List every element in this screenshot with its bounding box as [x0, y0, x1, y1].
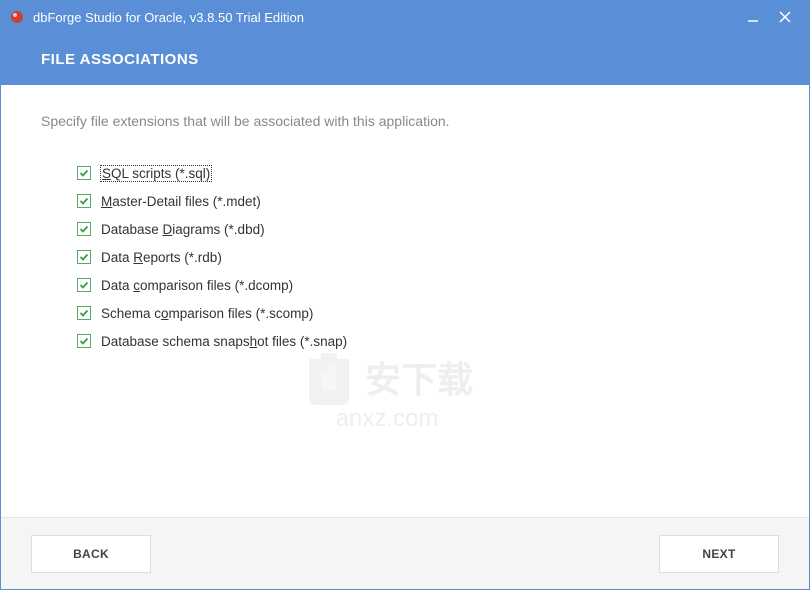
checkbox-label[interactable]: SQL scripts (*.sql) [101, 166, 211, 181]
titlebar: dbForge Studio for Oracle, v3.8.50 Trial… [1, 1, 809, 33]
back-button[interactable]: BACK [31, 535, 151, 573]
checkbox-label[interactable]: Database schema snapshot files (*.snap) [101, 334, 347, 349]
checkbox[interactable] [77, 166, 91, 180]
window-title: dbForge Studio for Oracle, v3.8.50 Trial… [33, 10, 745, 25]
footer: BACK NEXT [1, 517, 809, 589]
file-association-item: Schema comparison files (*.scomp) [77, 299, 769, 327]
window-controls [745, 9, 801, 25]
watermark: 安下载 anxz.com [301, 345, 473, 433]
checkbox-label[interactable]: Schema comparison files (*.scomp) [101, 306, 313, 321]
checkbox-label[interactable]: Data Reports (*.rdb) [101, 250, 222, 265]
file-association-item: Data comparison files (*.dcomp) [77, 271, 769, 299]
file-association-item: Master-Detail files (*.mdet) [77, 187, 769, 215]
file-association-item: Database schema snapshot files (*.snap) [77, 327, 769, 355]
checkbox[interactable] [77, 222, 91, 236]
checkbox-label[interactable]: Database Diagrams (*.dbd) [101, 222, 265, 237]
file-association-item: SQL scripts (*.sql) [77, 159, 769, 187]
checkbox[interactable] [77, 306, 91, 320]
minimize-button[interactable] [745, 9, 761, 25]
content-area: Specify file extensions that will be ass… [1, 85, 809, 517]
checkbox-label[interactable]: Master-Detail files (*.mdet) [101, 194, 261, 209]
app-icon [9, 9, 25, 25]
page-header: FILE ASSOCIATIONS [1, 33, 809, 85]
checkbox[interactable] [77, 278, 91, 292]
checkbox-label[interactable]: Data comparison files (*.dcomp) [101, 278, 293, 293]
page-title: FILE ASSOCIATIONS [41, 51, 199, 68]
description-text: Specify file extensions that will be ass… [41, 113, 769, 129]
checkbox[interactable] [77, 334, 91, 348]
close-button[interactable] [777, 9, 793, 25]
checkbox[interactable] [77, 194, 91, 208]
file-association-list: SQL scripts (*.sql) Master-Detail files (… [77, 159, 769, 355]
checkbox[interactable] [77, 250, 91, 264]
watermark-text: 安下载 [365, 351, 473, 403]
next-button[interactable]: NEXT [659, 535, 779, 573]
installer-window: dbForge Studio for Oracle, v3.8.50 Trial… [0, 0, 810, 590]
file-association-item: Data Reports (*.rdb) [77, 243, 769, 271]
file-association-item: Database Diagrams (*.dbd) [77, 215, 769, 243]
watermark-url: anxz.com [336, 405, 439, 433]
